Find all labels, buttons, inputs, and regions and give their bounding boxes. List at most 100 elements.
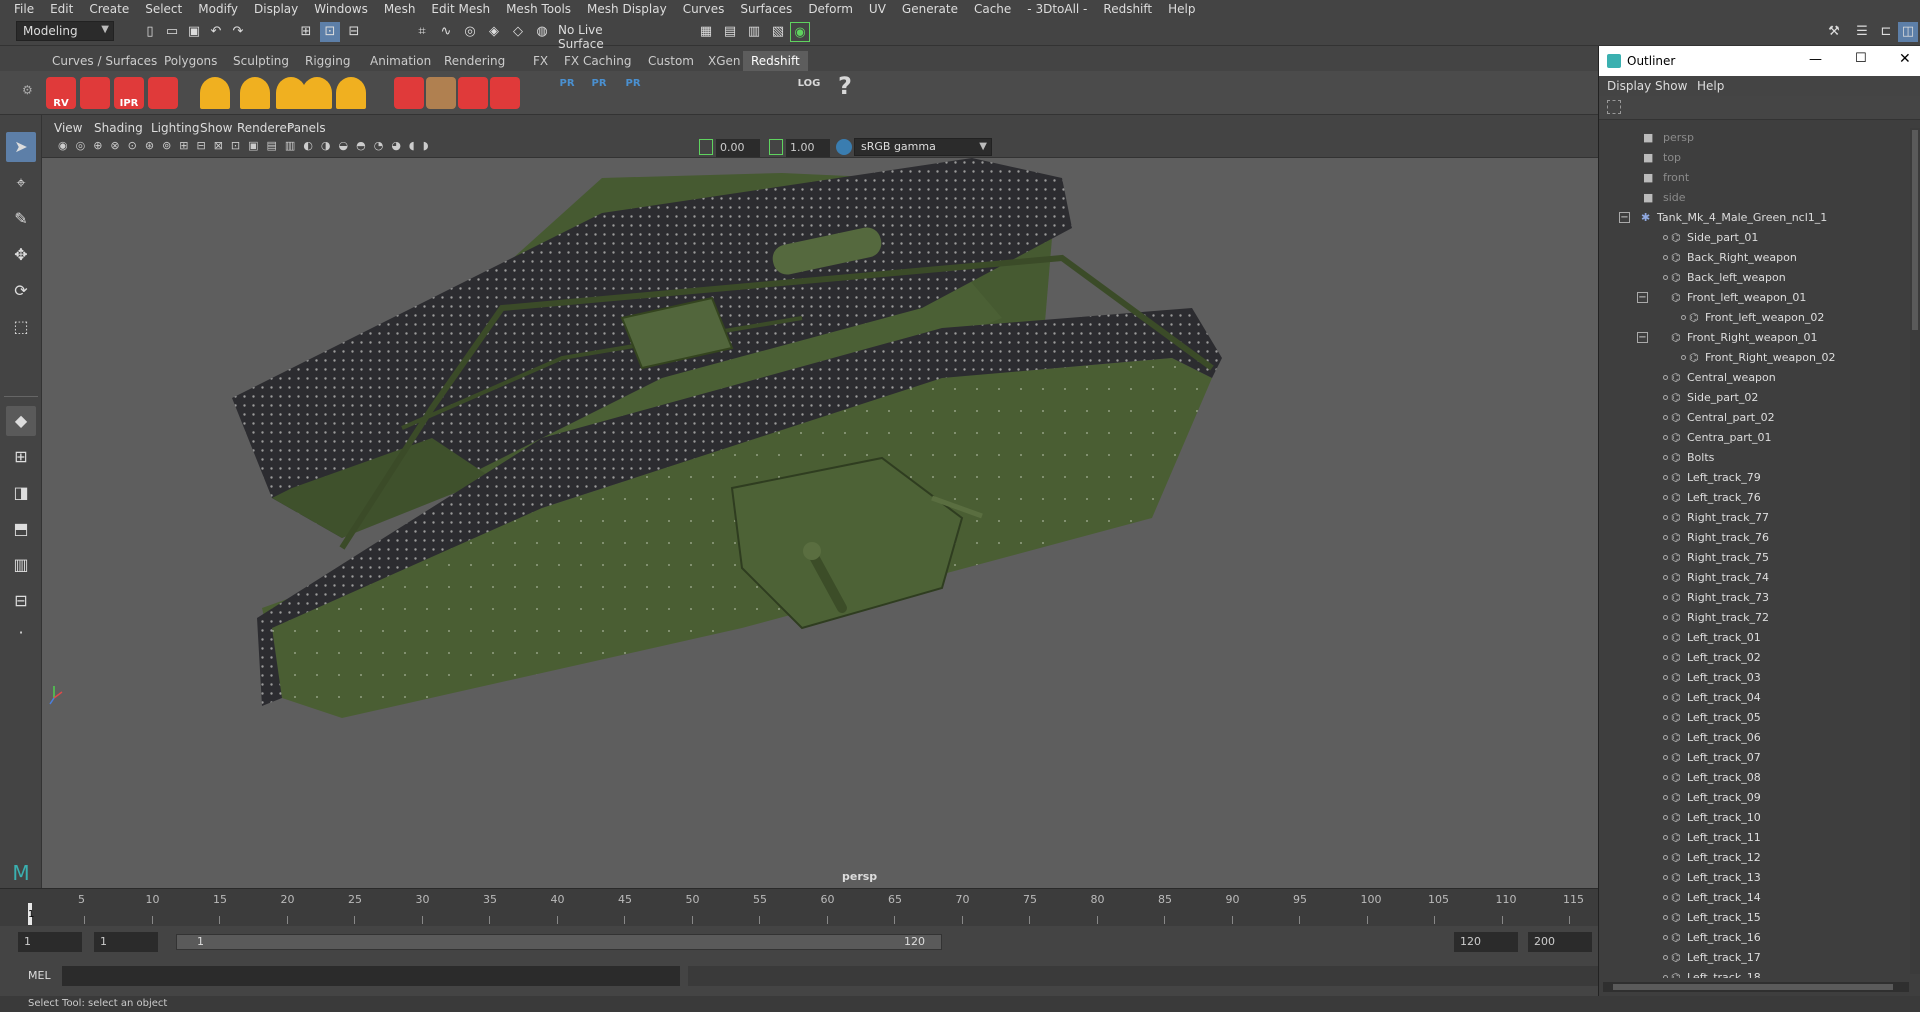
move-tool-icon[interactable]: ✥	[6, 240, 36, 270]
panel-menu-show[interactable]: Show	[200, 118, 232, 138]
pr-render-icon[interactable]: PR	[552, 77, 582, 109]
redo-icon[interactable]: ↷	[228, 22, 248, 42]
cloud2-icon[interactable]	[706, 77, 736, 109]
render-frame-icon[interactable]: ▤	[720, 22, 740, 42]
shelf-tab-polygons[interactable]: Polygons	[156, 51, 225, 71]
outliner-row[interactable]: − ⌬ Front_Right_weapon_01	[1599, 328, 1911, 348]
outliner-row[interactable]: ⌬ Left_track_06	[1599, 728, 1911, 748]
menu-modify[interactable]: Modify	[190, 0, 246, 18]
rs-lights-icon[interactable]	[200, 77, 230, 109]
outliner-row[interactable]: ⌬ Right_track_72	[1599, 608, 1911, 628]
panel-menu-lighting[interactable]: Lighting	[151, 118, 200, 138]
graph-layout-icon[interactable]: ⊟	[6, 586, 36, 616]
outliner-row[interactable]: ■ front	[1599, 168, 1911, 188]
log-icon[interactable]: LOG	[794, 77, 824, 109]
pr-swap-icon[interactable]: PR	[618, 77, 648, 109]
outliner-row[interactable]: ⌬ Side_part_01	[1599, 228, 1911, 248]
playback-end-field[interactable]: 120	[1454, 932, 1518, 952]
outliner-row[interactable]: ⌬ Left_track_12	[1599, 848, 1911, 868]
gamma-toggle-icon[interactable]	[769, 139, 783, 155]
rs-sphere-icon[interactable]	[490, 77, 520, 109]
range-slider[interactable]: 1 120	[176, 934, 942, 950]
outliner-row[interactable]: ⌬ Back_Right_weapon	[1599, 248, 1911, 268]
outliner-row[interactable]: ⌬ Left_track_15	[1599, 908, 1911, 928]
help-icon[interactable]: ?	[830, 74, 860, 109]
select-tool-icon[interactable]: ➤	[6, 132, 36, 162]
menu-create[interactable]: Create	[81, 0, 137, 18]
outliner-row[interactable]: ⌬ Left_track_08	[1599, 768, 1911, 788]
menu-display[interactable]: Display	[246, 0, 306, 18]
hscroll-thumb[interactable]	[1613, 984, 1893, 990]
outliner-row[interactable]: ⌬ Bolts	[1599, 448, 1911, 468]
menu-redshift[interactable]: Redshift	[1095, 0, 1160, 18]
outliner-row[interactable]: ⌬ Left_track_02	[1599, 648, 1911, 668]
rs-dome-icon[interactable]	[302, 77, 332, 109]
menu-edit-mesh[interactable]: Edit Mesh	[423, 0, 498, 18]
outliner-row[interactable]: ⌬ Left_track_14	[1599, 888, 1911, 908]
menu-file[interactable]: File	[6, 0, 42, 18]
panel-menu-shading[interactable]: Shading	[94, 118, 143, 138]
outliner-row[interactable]: ⌬ Left_track_10	[1599, 808, 1911, 828]
render-settings-icon[interactable]: ▧	[768, 22, 788, 42]
outliner-row[interactable]: ⌬ Left_track_04	[1599, 688, 1911, 708]
time-slider[interactable]: 5 10 15 20 25 30 35 40 45 50 55 60 65 70 75 80 85 90 95 100…	[0, 888, 1598, 926]
snap-surface-icon[interactable]: ◇	[508, 22, 528, 42]
render-view-icon[interactable]: ▦	[696, 22, 716, 42]
select-component-icon[interactable]: ⊟	[344, 22, 364, 42]
menu-select[interactable]: Select	[137, 0, 190, 18]
live-surface-field[interactable]: No Live Surface	[552, 21, 648, 51]
lasso-tool-icon[interactable]: ⌖	[6, 168, 36, 198]
outliner-row[interactable]: ⌬ Left_track_76	[1599, 488, 1911, 508]
menu-mesh-tools[interactable]: Mesh Tools	[498, 0, 579, 18]
outliner-row[interactable]: ⌬ Front_Right_weapon_02	[1599, 348, 1911, 368]
scale-tool-icon[interactable]: ⬚	[6, 312, 36, 342]
outliner-row[interactable]: ⌬ Left_track_05	[1599, 708, 1911, 728]
outliner-layout-icon[interactable]: ▥	[6, 550, 36, 580]
outliner-row[interactable]: ⌬ Left_track_11	[1599, 828, 1911, 848]
minimize-icon[interactable]: —	[1809, 52, 1822, 67]
rs-hair-icon[interactable]	[426, 77, 456, 109]
panel-menu-panels[interactable]: Panels	[287, 118, 326, 138]
outliner-row[interactable]: ⌬ Left_track_16	[1599, 928, 1911, 948]
single-pane-layout-icon[interactable]: ◆	[6, 406, 36, 436]
maximize-icon[interactable]: ☐	[1855, 51, 1867, 66]
shelf-tab-animation[interactable]: Animation	[362, 51, 439, 71]
outliner-row[interactable]: ⌬ Left_track_01	[1599, 628, 1911, 648]
ipr-render-icon[interactable]: ▥	[744, 22, 764, 42]
menu-windows[interactable]: Windows	[306, 0, 376, 18]
menu--3dtoall-[interactable]: - 3DtoAll -	[1019, 0, 1095, 18]
select-hierarchy-icon[interactable]: ⊞	[296, 22, 316, 42]
outliner-row[interactable]: ⌬ Left_track_07	[1599, 748, 1911, 768]
outliner-row[interactable]: ⌬ Right_track_73	[1599, 588, 1911, 608]
outliner-row[interactable]: ⌬ Left_track_13	[1599, 868, 1911, 888]
new-scene-icon[interactable]: ▯	[140, 22, 160, 42]
rs-settings-icon[interactable]	[148, 77, 178, 109]
outliner-row[interactable]: ⌬ Left_track_03	[1599, 668, 1911, 688]
cloud-icon[interactable]	[670, 77, 700, 109]
rs-mesh-icon[interactable]	[240, 77, 270, 109]
outliner-row[interactable]: ⌬ Right_track_74	[1599, 568, 1911, 588]
snap-live-icon[interactable]: ◍	[532, 22, 552, 42]
snap-view-icon[interactable]: ◈	[484, 22, 504, 42]
outliner-row[interactable]: ■ side	[1599, 188, 1911, 208]
viewport-icon-strip[interactable]: ◉◎⊕⊗⊙⊛⊚⊞⊟⊠⊡▣▤▥◐◑◒◓◔◕◖◗	[58, 139, 718, 157]
outliner-row[interactable]: ⌬ Centra_part_01	[1599, 428, 1911, 448]
shelf-tab-rigging[interactable]: Rigging	[297, 51, 358, 71]
anim-end-field[interactable]: 200	[1528, 932, 1592, 952]
shelf-tab-curves-surfaces[interactable]: Curves / Surfaces	[44, 51, 165, 71]
menu-mesh[interactable]: Mesh	[376, 0, 424, 18]
vscroll-thumb[interactable]	[1912, 130, 1918, 330]
outliner-filter[interactable]	[1599, 96, 1920, 120]
hypershade-icon[interactable]: ◉	[790, 22, 810, 42]
exposure-toggle-icon[interactable]	[699, 139, 713, 155]
outliner-row[interactable]: ⌬ Left_track_79	[1599, 468, 1911, 488]
rs-sun-icon[interactable]	[336, 77, 366, 109]
snap-point-icon[interactable]: ◎	[460, 22, 480, 42]
channel-box-icon[interactable]: ◫	[1898, 22, 1918, 42]
menu-deform[interactable]: Deform	[800, 0, 861, 18]
modeling-toolkit-icon[interactable]: ⚒	[1824, 22, 1844, 42]
snap-grid-icon[interactable]: ⌗	[412, 22, 432, 42]
stacked-layout-icon[interactable]: ⬒	[6, 514, 36, 544]
menu-cache[interactable]: Cache	[966, 0, 1019, 18]
save-scene-icon[interactable]: ▣	[184, 22, 204, 42]
